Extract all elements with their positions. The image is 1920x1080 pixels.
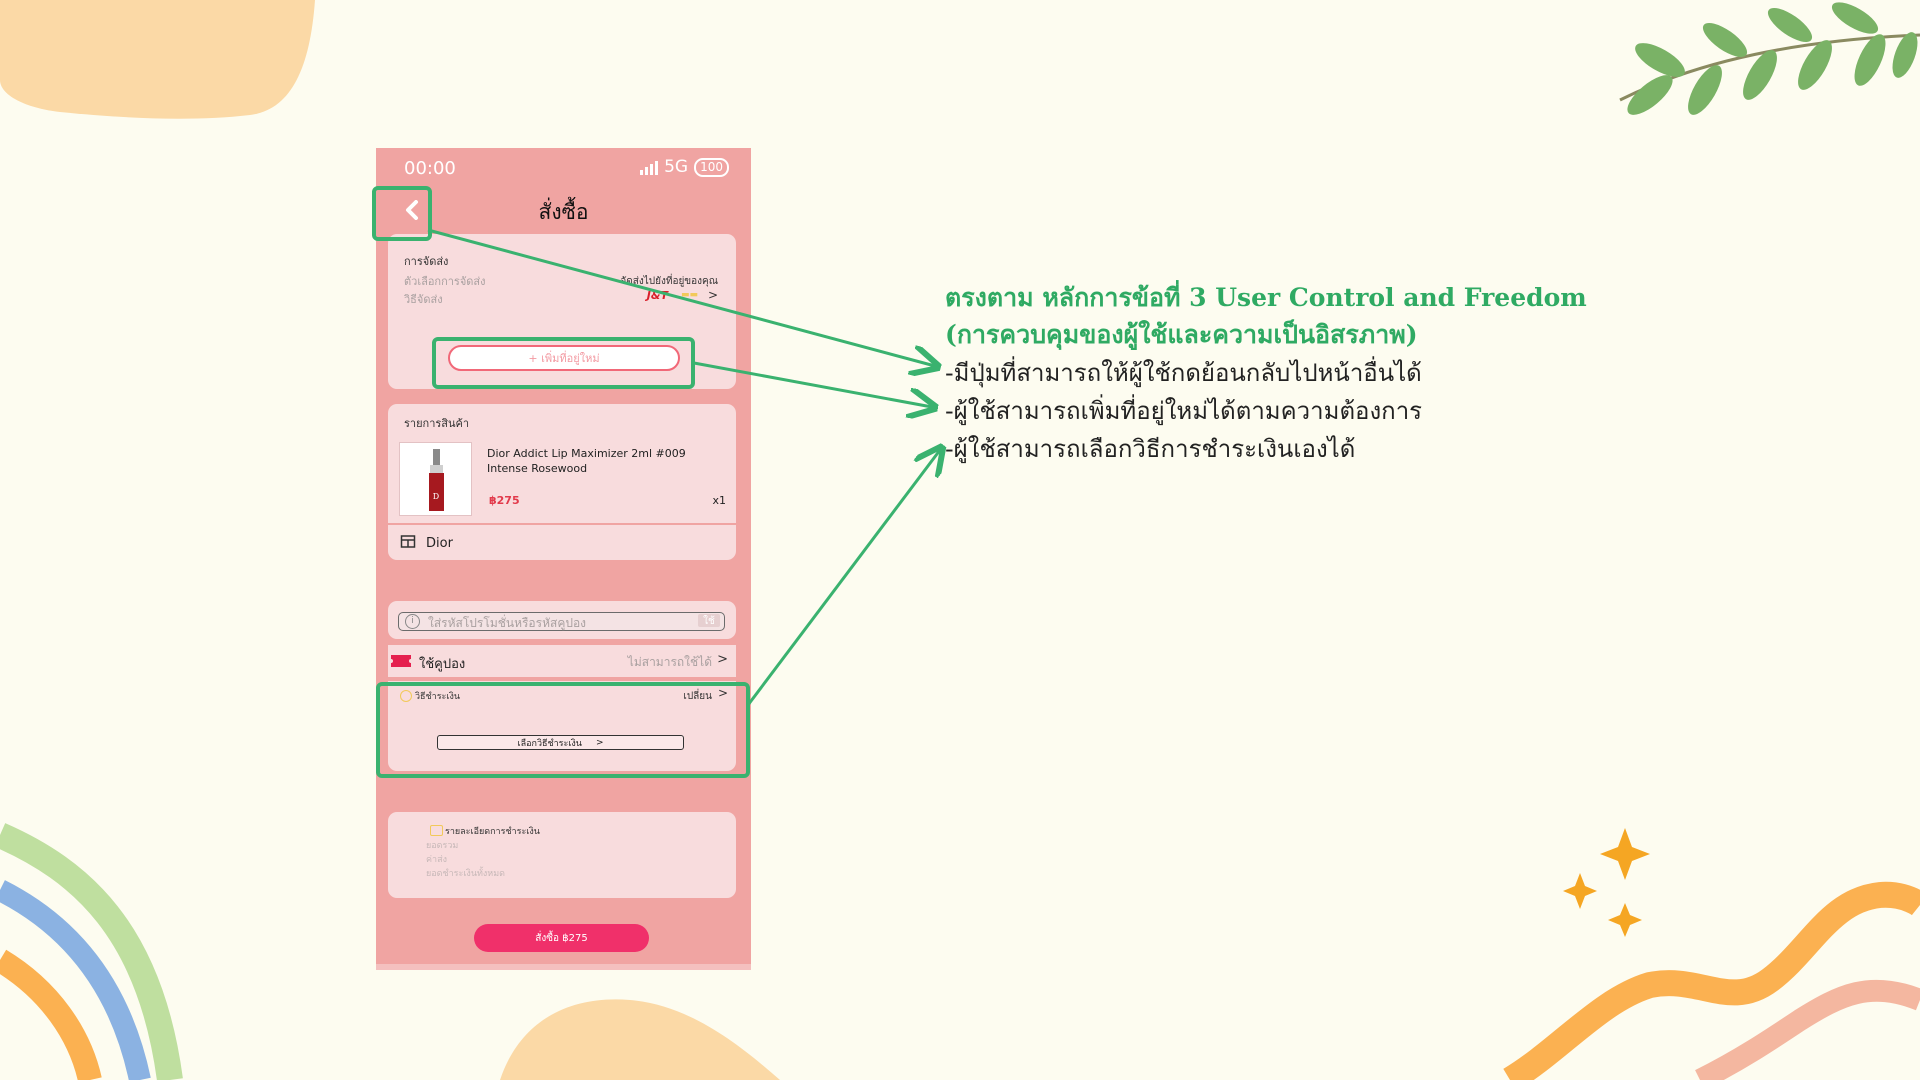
annotation-subtitle: (การควบคุมของผู้ใช้และความเป็นอิสรภาพ) — [945, 320, 1418, 349]
annotation-point-2: -ผู้ใช้สามารถเพิ่มที่อยู่ใหม่ได้ตามความต… — [945, 397, 1423, 425]
annotation-title: ตรงตาม หลักการข้อที่ 3 User Control and … — [945, 283, 1587, 312]
annotation-arrows — [427, 228, 1920, 706]
annotation-point-3: -ผู้ใช้สามารถเลือกวิธีการชำระเงินเองได้ — [945, 435, 1356, 463]
annotation-point-1: -มีปุ่มที่สามารถให้ผู้ใช้กดย้อนกลับไปหน้… — [945, 359, 1422, 387]
